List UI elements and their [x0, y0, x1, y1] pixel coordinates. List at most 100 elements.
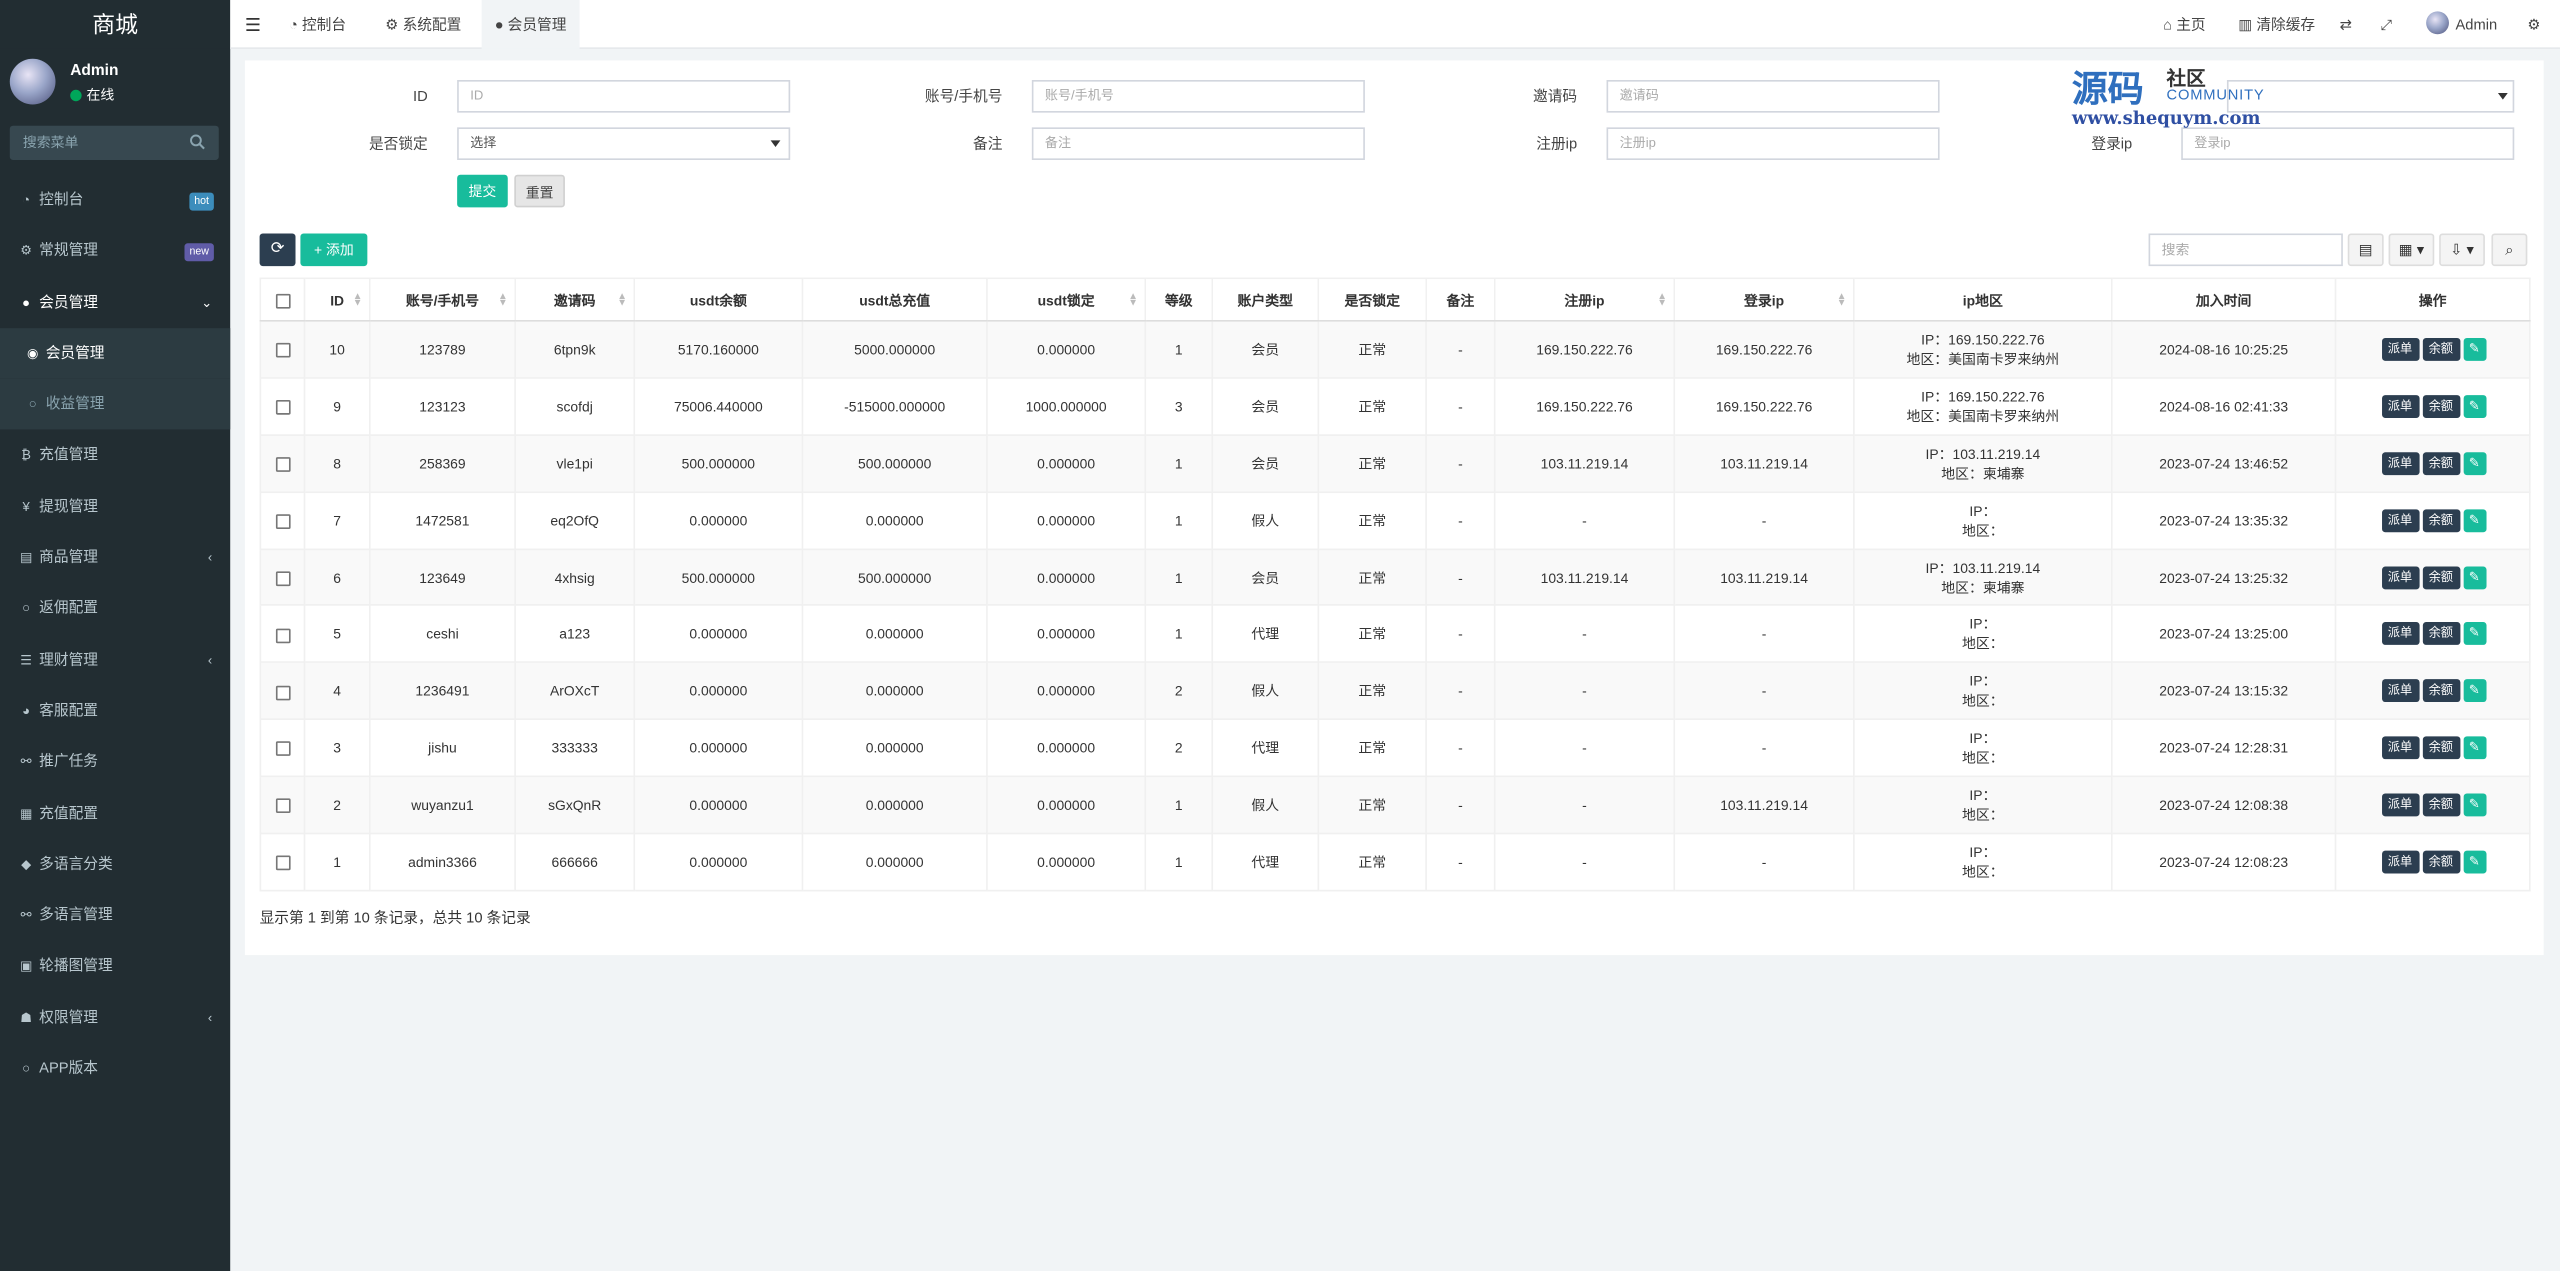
brand-logo[interactable]: 商城 — [0, 0, 231, 49]
sidebar-item-12[interactable]: ▦ 充值配置 — [0, 788, 230, 839]
sidebar-item-16[interactable]: ☗ 权限管理 ‹ — [0, 992, 230, 1043]
row-checkbox[interactable] — [275, 855, 290, 871]
filter-account-input[interactable]: 账号/手机号 — [1031, 79, 1365, 113]
edit-pencil-icon[interactable]: ✎ — [2462, 451, 2486, 475]
sidebar-item-6[interactable]: ¥ 提现管理 — [0, 481, 230, 532]
sidebar-item-0[interactable]: ◔ 控制台 hot — [0, 175, 230, 226]
admin-menu[interactable]: Admin — [2426, 0, 2497, 49]
dispatch-order-button[interactable]: 派单 — [2381, 508, 2419, 532]
table-row[interactable]: 5 ceshi a123 0.000000 0.000000 0.000000 1 代理 正常 -… — [259, 604, 2531, 664]
dispatch-order-button[interactable]: 派单 — [2381, 850, 2419, 874]
col-header[interactable]: 账号/手机号 ▲ ▼ — [368, 277, 516, 322]
sidebar-item-11[interactable]: ⚯ 推广任务 — [0, 737, 230, 788]
col-header[interactable]: 邀请码 ▲ ▼ — [514, 277, 636, 322]
tab-dashboard[interactable]: ◔ 控制台 — [276, 0, 359, 49]
edit-pencil-icon[interactable]: ✎ — [2462, 793, 2486, 817]
toggle-view-button[interactable]: ▤ — [2347, 233, 2384, 267]
sidebar-search[interactable]: 搜索菜单 — [9, 125, 219, 160]
col-header[interactable]: usdt余额 — [633, 277, 804, 322]
row-checkbox[interactable] — [275, 627, 290, 643]
reset-button[interactable]: 重置 — [514, 174, 565, 208]
filter-id-input[interactable]: ID — [457, 79, 791, 113]
dispatch-order-button[interactable]: 派单 — [2381, 451, 2419, 475]
select-all-checkbox[interactable] — [275, 293, 290, 308]
sidebar-item-13[interactable]: ◆ 多语言分类 — [0, 839, 230, 890]
edit-pencil-icon[interactable]: ✎ — [2462, 565, 2486, 589]
row-checkbox[interactable] — [275, 798, 290, 814]
tab-member-management[interactable]: ● 会员管理 — [481, 0, 580, 49]
row-checkbox[interactable] — [275, 571, 290, 586]
dispatch-order-button[interactable]: 派单 — [2381, 337, 2419, 361]
add-button[interactable]: + 添加 — [300, 233, 368, 267]
balance-button[interactable]: 余额 — [2422, 394, 2460, 418]
menu-toggle-icon[interactable]: ☰ — [245, 15, 261, 36]
filter-remark-input[interactable]: 备注 — [1031, 127, 1365, 160]
dispatch-order-button[interactable]: 派单 — [2381, 622, 2419, 646]
sidebar-item-5[interactable]: ₿ 充值管理 — [0, 430, 230, 481]
row-checkbox[interactable] — [275, 684, 290, 700]
sidebar-item-7[interactable]: ▤ 商品管理 ‹ — [0, 532, 230, 583]
sidebar-item-10[interactable]: ◕ 客服配置 — [0, 686, 230, 737]
table-row[interactable]: 1 admin3366 666666 0.000000 0.000000 0.000000… — [259, 832, 2531, 892]
balance-button[interactable]: 余额 — [2422, 850, 2460, 874]
search-icon[interactable] — [189, 134, 205, 150]
balance-button[interactable]: 余额 — [2422, 337, 2460, 361]
sidebar-item-1[interactable]: ⚙ 常规管理 new — [0, 226, 230, 277]
tab-system-config[interactable]: ⚙ 系统配置 — [372, 0, 474, 49]
settings-icon[interactable]: ⚙ — [2527, 0, 2540, 49]
sidebar-item-3[interactable]: ◉ 会员管理 — [0, 327, 231, 380]
table-row[interactable]: 3 jishu 333333 0.000000 0.000000 0.000000 2 代理正… — [259, 718, 2531, 778]
fullscreen-icon[interactable]: ⤢ — [2380, 0, 2392, 49]
col-header[interactable]: usdt锁定 ▲ ▼ — [986, 277, 1147, 322]
balance-button[interactable]: 余额 — [2422, 451, 2460, 475]
sidebar-item-2[interactable]: ● 会员管理 ⌄ — [0, 277, 230, 328]
dispatch-order-button[interactable]: 派单 — [2381, 394, 2419, 418]
edit-pencil-icon[interactable]: ✎ — [2462, 337, 2486, 361]
table-search-input[interactable]: 搜索 — [2148, 233, 2343, 267]
filter-invite-input[interactable]: 邀请码 — [1606, 79, 1940, 113]
sidebar-item-14[interactable]: ⚯ 多语言管理 — [0, 890, 230, 941]
filter-reg-ip-input[interactable]: 注册ip — [1606, 127, 1940, 160]
col-header[interactable]: ID ▲ ▼ — [303, 277, 371, 322]
dispatch-order-button[interactable]: 派单 — [2381, 679, 2419, 703]
balance-button[interactable]: 余额 — [2422, 565, 2460, 589]
advanced-search-button[interactable]: ⌕ — [2491, 233, 2528, 267]
row-checkbox[interactable] — [275, 343, 290, 358]
clear-cache-button[interactable]: ▥ 清除缓存 — [2238, 0, 2315, 49]
edit-pencil-icon[interactable]: ✎ — [2462, 394, 2486, 418]
row-checkbox[interactable] — [275, 741, 290, 757]
row-checkbox[interactable] — [275, 457, 290, 472]
balance-button[interactable]: 余额 — [2422, 622, 2460, 646]
table-row[interactable]: 10 123789 6tpn9k 5170.160000 5000.000000 0.00… — [259, 320, 2531, 379]
edit-pencil-icon[interactable]: ✎ — [2462, 736, 2486, 760]
edit-pencil-icon[interactable]: ✎ — [2462, 850, 2486, 874]
balance-button[interactable]: 余额 — [2422, 508, 2460, 532]
table-row[interactable]: 6 123649 4xhsig 500.000000 500.000000 0.00000… — [259, 547, 2531, 607]
edit-pencil-icon[interactable]: ✎ — [2462, 679, 2486, 703]
sidebar-search-input[interactable]: 搜索菜单 — [23, 126, 79, 160]
edit-pencil-icon[interactable]: ✎ — [2462, 508, 2486, 532]
columns-button[interactable]: ▦ ▾ — [2388, 233, 2435, 267]
refresh-button[interactable]: ⟳ — [259, 233, 296, 267]
dispatch-order-button[interactable]: 派单 — [2381, 565, 2419, 589]
edit-pencil-icon[interactable]: ✎ — [2462, 622, 2486, 646]
filter-locked-select[interactable]: 选择 — [457, 127, 791, 160]
dispatch-order-button[interactable]: 派单 — [2381, 793, 2419, 817]
translate-icon[interactable]: ⇄ — [2340, 0, 2352, 49]
sidebar-item-4[interactable]: ○ 收益管理 — [0, 379, 231, 431]
balance-button[interactable]: 余额 — [2422, 679, 2460, 703]
table-row[interactable]: 2 wuyanzu1 sGxQnR 0.000000 0.000000 0.000000 1… — [259, 775, 2531, 835]
row-checkbox[interactable] — [275, 514, 290, 529]
balance-button[interactable]: 余额 — [2422, 793, 2460, 817]
home-link[interactable]: ⌂ 主页 — [2163, 0, 2205, 49]
dispatch-order-button[interactable]: 派单 — [2381, 736, 2419, 760]
sidebar-item-9[interactable]: ☰ 理财管理 ‹ — [0, 635, 230, 686]
balance-button[interactable]: 余额 — [2422, 736, 2460, 760]
col-header[interactable]: 登录ip ▲ ▼ — [1673, 277, 1855, 322]
row-checkbox[interactable] — [275, 400, 290, 415]
table-row[interactable]: 7 1472581 eq2OfQ 0.000000 0.000000 0.000000 1 假… — [259, 490, 2531, 550]
sidebar-item-17[interactable]: ○ APP版本 — [0, 1043, 230, 1094]
col-header[interactable]: 注册ip ▲ ▼ — [1493, 277, 1676, 322]
export-button[interactable]: ⇩ ▾ — [2439, 233, 2485, 267]
sidebar-item-15[interactable]: ▣ 轮播图管理 — [0, 941, 230, 992]
